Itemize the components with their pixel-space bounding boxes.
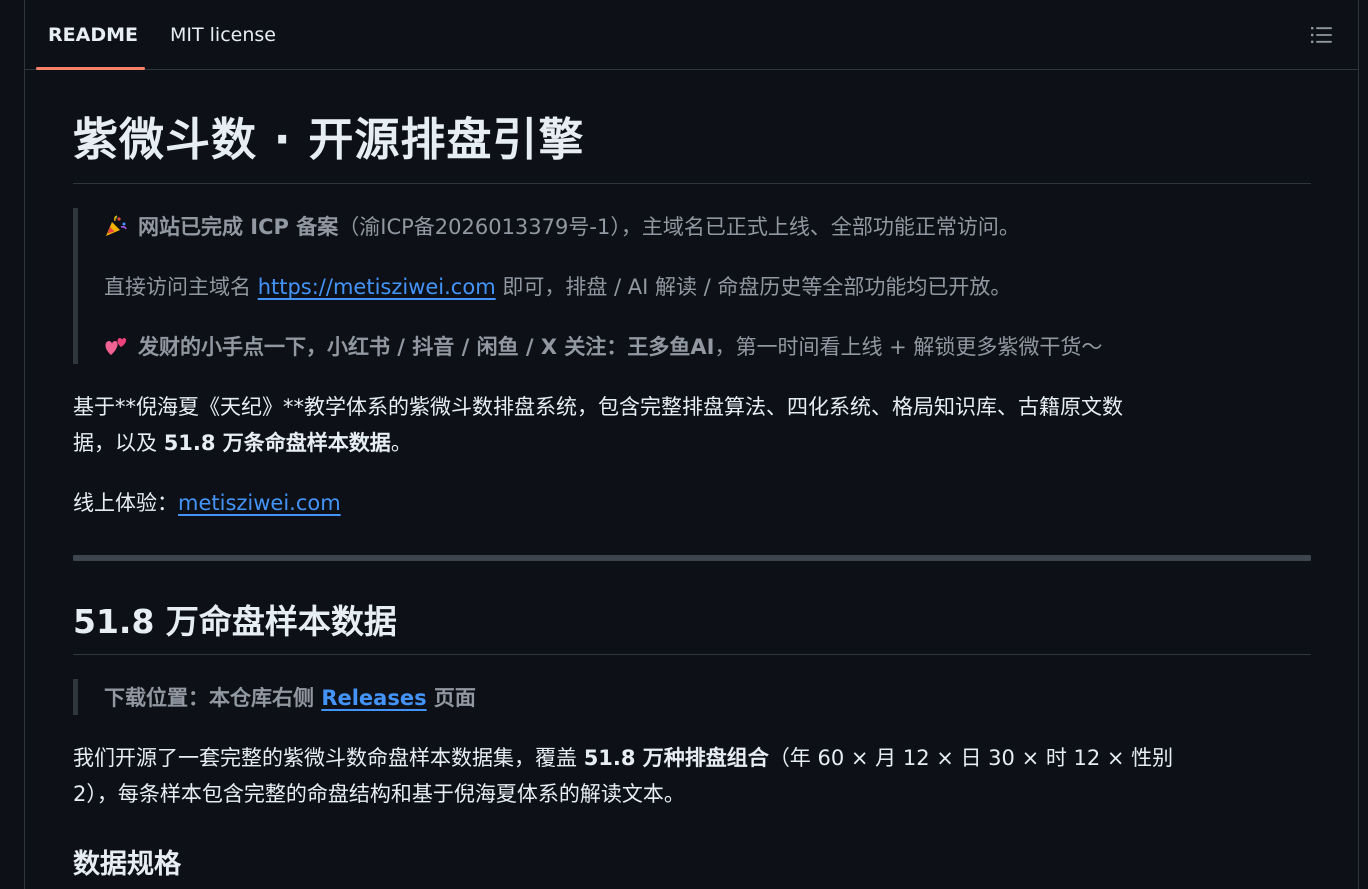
intro-line-2: 据，以及 51.8 万条命盘样本数据。 xyxy=(73,425,412,461)
notice-line-domain: 直接访问主域名 https://metisziwei.com 即可，排盘 / A… xyxy=(104,269,1011,305)
notice-line-follow: 发财的小手点一下，小红书 / 抖音 / 闲鱼 / X 关注：王多鱼AI，第一时间… xyxy=(104,329,1102,365)
intro-sample-count: 51.8 万条命盘样本数据 xyxy=(163,431,391,455)
online-demo-label: 线上体验： xyxy=(73,491,178,515)
follow-text: ，第一时间看上线 + 解锁更多紫微干货～ xyxy=(714,335,1103,359)
section-heading-divider xyxy=(73,654,1311,655)
party-popper-icon xyxy=(106,215,127,236)
icp-status-text: （渝ICP备2026013379号-1），主域名已正式上线、全部功能正常访问。 xyxy=(338,215,1020,239)
intro-text-post: 。 xyxy=(390,431,412,455)
download-location-line: 下载位置：本仓库右侧 Releases 页面 xyxy=(104,680,476,716)
main-domain-link[interactable]: https://metisziwei.com xyxy=(258,275,496,299)
releases-link[interactable]: Releases xyxy=(321,686,426,710)
online-demo-line: 线上体验：metisziwei.com xyxy=(73,485,341,521)
section-heading-samples: 51.8 万命盘样本数据 xyxy=(73,602,397,641)
notice-line-icp: 网站已完成 ICP 备案（渝ICP备2026013379号-1），主域名已正式上… xyxy=(104,209,1020,245)
dataset-desc-post: （年 60 × 月 12 × 日 30 × 时 12 × 性别 xyxy=(768,746,1174,770)
domain-text-pre: 直接访问主域名 xyxy=(104,275,258,299)
dataset-combinations: 51.8 万种排盘组合 xyxy=(583,746,769,770)
dataset-desc-line-1: 我们开源了一套完整的紫微斗数命盘样本数据集，覆盖 51.8 万种排盘组合（年 6… xyxy=(73,740,1173,776)
dataset-desc-line-2: 2），每条样本包含完整的命盘结构和基于倪海夏体系的解读文本。 xyxy=(73,782,685,806)
readme-panel: README MIT license 紫微斗数 · 开源排盘引擎 网站已完成 I… xyxy=(24,0,1359,889)
two-hearts-icon xyxy=(105,338,127,355)
list-icon xyxy=(1311,27,1332,43)
page-title: 紫微斗数 · 开源排盘引擎 xyxy=(73,113,585,166)
title-divider xyxy=(73,183,1311,184)
active-tab-indicator xyxy=(36,67,145,70)
download-quote-bar xyxy=(73,679,78,715)
readme-tabs: README MIT license xyxy=(25,0,1358,70)
subsection-heading-specs: 数据规格 xyxy=(73,849,181,880)
online-demo-link[interactable]: metisziwei.com xyxy=(178,491,341,515)
notice-quote-bar xyxy=(73,208,78,364)
dataset-desc-pre: 我们开源了一套完整的紫微斗数命盘样本数据集，覆盖 xyxy=(73,746,584,770)
section-divider xyxy=(73,555,1311,561)
tab-mit-license[interactable]: MIT license xyxy=(170,20,276,50)
intro-line-1: 基于**倪海夏《天纪》**教学体系的紫微斗数排盘系统，包含完整排盘算法、四化系统… xyxy=(73,395,1123,419)
outline-menu-button[interactable] xyxy=(1310,24,1334,46)
download-text-pre: 下载位置：本仓库右侧 xyxy=(104,686,322,710)
follow-bold: 发财的小手点一下，小红书 / 抖音 / 闲鱼 / X 关注：王多鱼AI xyxy=(138,335,715,359)
domain-text-post: 即可，排盘 / AI 解读 / 命盘历史等全部功能均已开放。 xyxy=(495,275,1012,299)
icp-status-bold: 网站已完成 ICP 备案 xyxy=(138,215,339,239)
intro-text-pre: 据，以及 xyxy=(73,431,164,455)
tab-readme[interactable]: README xyxy=(48,20,138,50)
download-text-post: 页面 xyxy=(426,686,476,710)
